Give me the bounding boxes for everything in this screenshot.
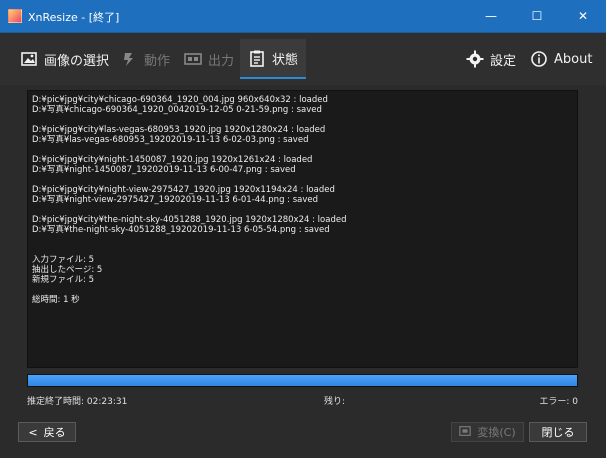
tab-output-label: 出力 <box>208 53 235 69</box>
settings-button[interactable]: 設定 <box>466 42 516 76</box>
status-clipboard-icon <box>248 49 266 67</box>
maximize-icon: ☐ <box>531 9 543 23</box>
log-output[interactable]: D:¥pic¥jpg¥city¥chicago-690364_1920_004.… <box>27 90 578 368</box>
image-select-icon <box>20 50 38 68</box>
close-button[interactable]: 閉じる <box>529 422 587 442</box>
log-line: D:¥写真¥night-view-2975427_19202019-11-13 … <box>32 195 319 205</box>
log-line: D:¥写真¥las-vegas-680953_19202019-11-13 6-… <box>32 135 309 145</box>
title-bar: XnResize - [終了] — ☐ ✕ <box>0 0 606 33</box>
log-line: D:¥pic¥jpg¥city¥night-1450087_1920.jpg 1… <box>32 155 313 165</box>
tab-image-select-label: 画像の選択 <box>44 53 110 69</box>
log-line: D:¥写真¥the-night-sky-4051288_19202019-11-… <box>32 225 330 235</box>
tab-action-label: 動作 <box>144 53 171 69</box>
tab-output[interactable]: 出力 <box>184 42 234 76</box>
log-line: D:¥pic¥jpg¥city¥las-vegas-680953_1920.jp… <box>32 125 326 135</box>
convert-icon <box>459 425 472 440</box>
convert-button[interactable]: 変換(C) <box>451 422 524 442</box>
log-line: D:¥pic¥jpg¥city¥chicago-690364_1920_004.… <box>32 95 328 105</box>
log-line: 総時間: 1 秒 <box>32 295 80 305</box>
log-line: D:¥pic¥jpg¥city¥night-view-2975427_1920.… <box>32 185 335 195</box>
chevron-left-icon: < <box>28 425 38 439</box>
log-line: D:¥pic¥jpg¥city¥the-night-sky-4051288_19… <box>32 215 347 225</box>
info-icon <box>530 50 548 68</box>
remaining-text: 残り: <box>324 397 346 407</box>
log-line: 入力ファイル: 5 <box>32 255 94 265</box>
minimize-icon: — <box>485 9 497 23</box>
tab-action[interactable]: 動作 <box>120 42 170 76</box>
convert-label: 変換(C) <box>477 426 516 439</box>
close-icon: ✕ <box>577 9 589 23</box>
tab-image-select[interactable]: 画像の選択 <box>20 42 109 76</box>
bottom-bar: < 戻る 変換(C) 閉じる <box>0 416 606 458</box>
progress-bar <box>27 374 578 387</box>
log-line: D:¥写真¥chicago-690364_1920_0042019-12-05 … <box>32 105 322 115</box>
maximize-button[interactable]: ☐ <box>514 0 560 32</box>
minimize-button[interactable]: — <box>468 0 514 32</box>
status-row: 推定終了時間: 02:23:31 残り: エラー: 0 <box>27 394 578 408</box>
back-button[interactable]: < 戻る <box>18 422 76 442</box>
toolbar: 画像の選択 動作 出力 状態 設定 About <box>0 33 606 85</box>
log-line: 抽出したページ: 5 <box>32 265 103 275</box>
output-icon <box>184 50 202 68</box>
errors-text: エラー: 0 <box>539 397 578 407</box>
window-title: XnResize - [終了] <box>28 11 120 24</box>
settings-label: 設定 <box>490 53 517 69</box>
action-icon <box>120 50 138 68</box>
about-label: About <box>554 51 593 67</box>
close-window-button[interactable]: ✕ <box>560 0 606 32</box>
tab-status-label: 状態 <box>272 52 299 68</box>
log-line: D:¥写真¥night-1450087_19202019-11-13 6-00-… <box>32 165 296 175</box>
app-icon <box>8 9 22 23</box>
tab-status[interactable]: 状態 <box>240 39 307 79</box>
estimated-time-text: 推定終了時間: 02:23:31 <box>27 397 128 407</box>
about-button[interactable]: About <box>530 42 592 76</box>
back-label: 戻る <box>43 426 66 439</box>
gear-icon <box>466 50 484 68</box>
close-label: 閉じる <box>541 426 575 439</box>
log-line: 新規ファイル: 5 <box>32 275 94 285</box>
progress-fill <box>28 375 577 386</box>
